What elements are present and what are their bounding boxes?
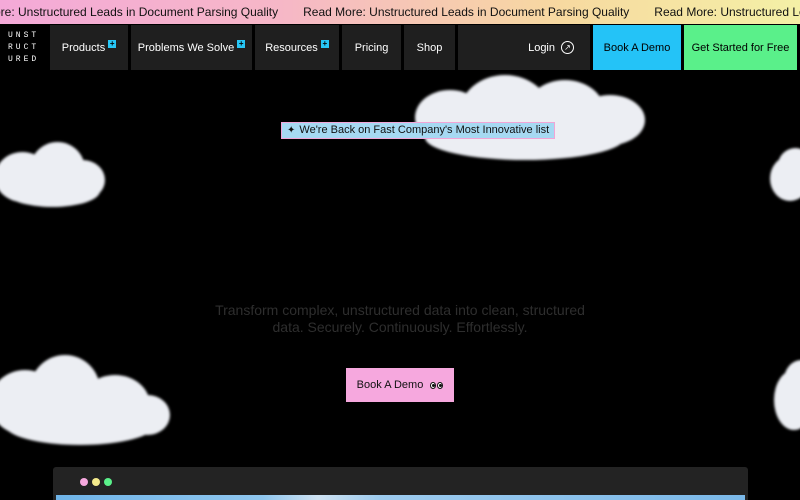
- product-preview-window: [53, 467, 748, 500]
- logo-line: RUCT: [8, 43, 40, 52]
- cloud-image: [0, 140, 108, 212]
- nav-shop-button[interactable]: Shop: [404, 25, 455, 70]
- announcement-ticker[interactable]: ore: Unstructured Leads in Document Pars…: [0, 0, 800, 24]
- window-dot-green: [104, 478, 112, 486]
- login-button[interactable]: Login ↗: [458, 25, 590, 70]
- book-demo-nav-label: Book A Demo: [603, 41, 671, 54]
- book-demo-nav-button[interactable]: Book A Demo: [593, 25, 681, 70]
- tagline-line: data. Securely. Continuously. Effortless…: [272, 319, 528, 335]
- eyes-icon: [430, 381, 444, 389]
- login-label: Login: [528, 41, 555, 54]
- logo[interactable]: UNST RUCT URED: [8, 30, 44, 66]
- badge-label: We're Back on Fast Company's Most Innova…: [299, 124, 550, 136]
- nav-resources-label: Resources: [265, 41, 318, 54]
- plus-icon: +: [320, 38, 329, 48]
- sparkle-icon: ✦: [287, 125, 296, 136]
- logo-line: UNST: [8, 31, 40, 40]
- tagline-line: Transform complex, unstructured data int…: [215, 302, 585, 318]
- preview-content: [56, 495, 745, 500]
- ticker-item[interactable]: Read More: Unstructured Leads in Documen…: [654, 0, 800, 24]
- plus-icon: +: [108, 38, 117, 48]
- nav-shop-label: Shop: [416, 41, 443, 54]
- nav-problems-label: Problems We Solve: [137, 41, 235, 54]
- cloud-image: [772, 360, 800, 440]
- nav-products-button[interactable]: Products +: [50, 25, 128, 70]
- window-dot-yellow: [92, 478, 100, 486]
- announcement-badge[interactable]: ✦ We're Back on Fast Company's Most Inno…: [281, 122, 556, 139]
- logo-line: URED: [8, 55, 40, 64]
- ticker-track: ore: Unstructured Leads in Document Pars…: [0, 0, 800, 24]
- nav-products-label: Products: [61, 41, 106, 54]
- nav-problems-button[interactable]: Problems We Solve +: [131, 25, 252, 70]
- get-started-button[interactable]: Get Started for Free: [684, 25, 797, 70]
- plus-icon: +: [237, 38, 246, 48]
- cloud-image: [405, 70, 650, 165]
- window-dot-pink: [80, 478, 88, 486]
- hero-tagline: Transform complex, unstructured data int…: [200, 302, 600, 336]
- hero-cta-label: Book A Demo: [356, 379, 424, 391]
- nav-pricing-button[interactable]: Pricing: [342, 25, 401, 70]
- ticker-item[interactable]: ore: Unstructured Leads in Document Pars…: [0, 0, 303, 24]
- cloud-image: [768, 148, 800, 206]
- cloud-image: [0, 350, 175, 450]
- hero-book-demo-button[interactable]: Book A Demo: [346, 368, 454, 402]
- ticker-item[interactable]: Read More: Unstructured Leads in Documen…: [303, 0, 654, 24]
- page: ore: Unstructured Leads in Document Pars…: [0, 0, 800, 500]
- arrow-up-right-icon: ↗: [561, 41, 574, 54]
- nav-pricing-label: Pricing: [354, 41, 389, 54]
- get-started-label: Get Started for Free: [691, 41, 790, 54]
- nav-resources-button[interactable]: Resources +: [255, 25, 339, 70]
